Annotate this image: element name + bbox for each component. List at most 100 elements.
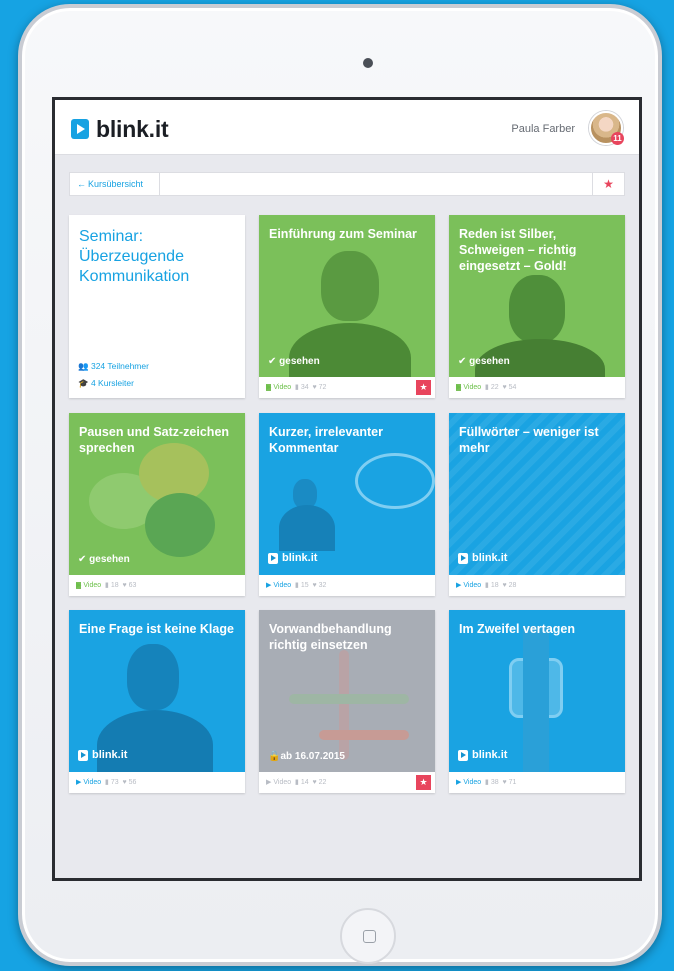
play-icon: ▶ <box>266 384 272 391</box>
like-count: 28 <box>508 582 517 589</box>
video-card[interactable]: Kurzer, irrelevanter Kommentar blink.it … <box>259 413 435 596</box>
person-body-image <box>279 505 335 551</box>
card-meta: ▶ Video ▮ 14 ♥ 22 <box>259 772 435 793</box>
person-image <box>509 275 565 343</box>
heart-icon: ♥ <box>502 779 507 786</box>
heart-icon: ♥ <box>312 779 317 786</box>
comment-icon: ▮ <box>295 582 299 589</box>
video-card[interactable]: Pausen und Satz-zeichen sprechen ✔ geseh… <box>69 413 245 596</box>
comment-icon: ▮ <box>485 384 489 391</box>
instructors-label: 4 Kursleiter <box>90 378 134 388</box>
person-body-image <box>289 323 411 377</box>
card-meta: ▶ Video ▮ 38 ♥ 71 <box>449 772 625 793</box>
avatar[interactable]: 11 <box>589 111 624 145</box>
card-meta: ▶ Video ▮ 18 ♥ 28 <box>449 575 625 596</box>
video-card[interactable]: Reden ist Silber, Schweigen – richtig ei… <box>449 215 625 398</box>
person-image <box>127 644 179 710</box>
video-thumbnail[interactable]: Füllwörter – weniger ist mehr blink.it <box>449 413 625 575</box>
brand-tag: blink.it <box>268 552 317 564</box>
video-thumbnail[interactable]: Vorwandbehandlung richtig einsetzen 🔒ab … <box>259 610 435 772</box>
video-card[interactable]: Im Zweifel vertagen blink.it ▶ Video ▮ 3… <box>449 610 625 793</box>
card-title: Pausen und Satz-zeichen sprechen <box>79 425 230 455</box>
like-count: 56 <box>128 779 137 786</box>
video-thumbnail[interactable]: Reden ist Silber, Schweigen – richtig ei… <box>449 215 625 377</box>
brand-label: blink.it <box>282 552 318 564</box>
video-thumbnail[interactable]: Pausen und Satz-zeichen sprechen ✔ geseh… <box>69 413 245 575</box>
video-card[interactable]: Füllwörter – weniger ist mehr blink.it ▶… <box>449 413 625 596</box>
person-body-image <box>97 710 213 772</box>
video-label: Video <box>273 384 292 391</box>
card-title: Kurzer, irrelevanter Kommentar <box>269 425 383 455</box>
play-icon: ▶ <box>76 582 82 589</box>
video-label: Video <box>83 582 102 589</box>
play-logo-icon <box>71 119 89 139</box>
video-thumbnail[interactable]: Eine Frage ist keine Klage blink.it <box>69 610 245 772</box>
video-label: Video <box>273 582 292 589</box>
video-label: Video <box>463 384 482 391</box>
play-icon: ▶ <box>456 384 462 391</box>
video-card[interactable]: Eine Frage ist keine Klage blink.it ▶ Vi… <box>69 610 245 793</box>
app-header: blink.it Paula Farber 11 <box>55 100 639 155</box>
course-intro-card: Seminar: Überzeugende Kommunikation 👥 32… <box>69 215 245 398</box>
star-icon: ★ <box>419 382 428 392</box>
video-card[interactable]: Einführung zum Seminar ✔ gesehen ▶ Video… <box>259 215 435 398</box>
heart-icon: ♥ <box>122 582 127 589</box>
participants-label: 324 Teilnehmer <box>90 361 149 371</box>
video-thumbnail[interactable]: Kurzer, irrelevanter Kommentar blink.it <box>259 413 435 575</box>
watch-strap-image <box>523 626 549 772</box>
availability-label: 🔒ab 16.07.2015 <box>268 751 345 762</box>
like-count: 71 <box>508 779 517 786</box>
brand-logo-icon <box>268 552 278 564</box>
heart-icon: ♥ <box>312 384 317 391</box>
status-label: ✔ gesehen <box>268 356 320 367</box>
home-button[interactable] <box>340 908 396 964</box>
favorite-star-button[interactable]: ★ <box>592 173 624 195</box>
brand-tag: blink.it <box>458 552 507 564</box>
comment-icon: ▮ <box>295 384 299 391</box>
brand-logo-icon <box>78 749 88 761</box>
card-title: Vorwandbehandlung richtig einsetzen <box>269 622 392 652</box>
brand-name: blink.it <box>96 115 169 142</box>
participants-count[interactable]: 👥 324 Teilnehmer <box>78 361 149 372</box>
like-count: 63 <box>128 582 137 589</box>
comment-count: 38 <box>490 779 499 786</box>
comment-count: 15 <box>300 582 309 589</box>
comment-count: 18 <box>490 582 499 589</box>
star-button[interactable]: ★ <box>416 775 431 790</box>
back-to-overview-link[interactable]: ← Kursübersicht <box>70 173 160 195</box>
play-icon: ▶ <box>266 582 272 589</box>
card-meta: ▶ Video ▮ 18 ♥ 63 <box>69 575 245 596</box>
instructors-count[interactable]: 🎓 4 Kursleiter <box>78 378 134 389</box>
play-icon: ▶ <box>456 582 462 589</box>
brand-tag: blink.it <box>458 749 507 761</box>
availability-date: ab 16.07.2015 <box>280 751 345 762</box>
star-icon: ★ <box>419 777 428 787</box>
video-label: Video <box>273 779 292 786</box>
comment-count: 73 <box>110 779 119 786</box>
video-thumbnail[interactable]: Einführung zum Seminar ✔ gesehen <box>259 215 435 377</box>
comment-icon: ▮ <box>485 582 489 589</box>
comment-count: 14 <box>300 779 309 786</box>
like-count: 22 <box>318 779 327 786</box>
user-name[interactable]: Paula Farber <box>511 123 575 135</box>
person-image <box>321 251 379 321</box>
video-label: Video <box>83 779 102 786</box>
brand-logo[interactable]: blink.it <box>71 116 169 142</box>
star-icon: ★ <box>603 177 614 191</box>
card-title: Einführung zum Seminar <box>269 227 417 241</box>
camera-dot <box>363 58 373 68</box>
comment-icon: ▮ <box>105 582 109 589</box>
like-count: 32 <box>318 582 327 589</box>
play-icon: ▶ <box>76 779 82 786</box>
brand-label: blink.it <box>472 749 508 761</box>
app-screen: blink.it Paula Farber 11 ← Kursübersicht … <box>52 97 642 881</box>
video-label: Video <box>463 582 482 589</box>
star-button[interactable]: ★ <box>416 380 431 395</box>
play-icon: ▶ <box>266 779 272 786</box>
video-thumbnail[interactable]: Im Zweifel vertagen blink.it <box>449 610 625 772</box>
status-label: ✔ gesehen <box>78 554 130 565</box>
breadcrumb: ← Kursübersicht ★ <box>69 172 625 196</box>
back-label: Kursübersicht <box>88 179 144 189</box>
card-meta: ▶ Video ▮ 22 ♥ 54 <box>449 377 625 398</box>
video-card[interactable]: Vorwandbehandlung richtig einsetzen 🔒ab … <box>259 610 435 793</box>
